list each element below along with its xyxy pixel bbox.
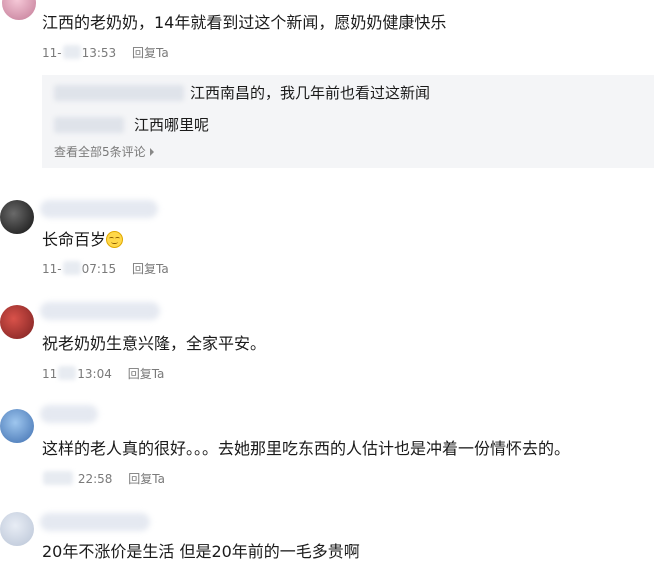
comment-time: 22:58 [77,472,113,486]
reply-user-name[interactable] [54,117,124,133]
reply-button[interactable]: 回复Ta [132,46,169,60]
avatar[interactable] [0,200,34,234]
view-all-replies-link[interactable]: 查看全部5条评论 [54,143,155,160]
blurred-date [43,471,73,485]
avatar[interactable] [0,512,34,546]
comment-content: 20年不涨价是生活 但是20年前的一毛多贵啊 [42,542,360,561]
avatar[interactable] [0,409,34,443]
comment-date: 11- [42,262,62,276]
comment-content: 祝老奶奶生意兴隆，全家平安。 [42,334,267,353]
blurred-date [62,261,81,275]
reply-button[interactable]: 回复Ta [132,262,169,276]
comment-date: 11- [42,46,62,60]
user-name[interactable] [40,513,150,531]
comment-meta: 22:58 回复Ta [42,471,165,487]
user-name[interactable] [40,302,160,320]
comment-time: 13:53 [81,46,117,60]
comment-meta: 11- 07:15 回复Ta [42,261,169,277]
comment-date: 11 [42,367,58,381]
blurred-date [62,45,81,59]
view-all-label: 查看全部5条评论 [54,145,146,159]
reply-button[interactable]: 回复Ta [128,367,165,381]
comment-content: 长命百岁 [42,229,124,251]
comment-meta: 11- 13:53 回复Ta [42,45,169,61]
comment-content: 江西的老奶奶，14年就看到过这个新闻，愿奶奶健康快乐 [42,13,447,32]
comment-time: 07:15 [81,262,117,276]
avatar[interactable] [0,305,34,339]
reply-content: 江西哪里呢 [134,116,210,134]
reply-content: 江西南昌的，我几年前也看过这新闻 [190,84,431,102]
comment-meta: 11 13:04 回复Ta [42,366,164,382]
user-name[interactable] [40,200,158,218]
comment-content: 这样的老人真的很好。。。去她那里吃东西的人估计也是冲着一份情怀去的。 [42,439,571,458]
user-name[interactable] [40,405,98,423]
comment-time: 13:04 [77,367,112,381]
comment-text: 长命百岁 [42,230,107,249]
reply-user-name[interactable] [54,85,184,101]
relieved-face-emoji [106,231,124,248]
avatar[interactable] [2,0,36,20]
chevron-right-icon [150,148,155,156]
reply-box: 江西南昌的，我几年前也看过这新闻 江西哪里呢 查看全部5条评论 [42,75,654,168]
blurred-date [58,366,77,380]
reply-button[interactable]: 回复Ta [128,472,165,486]
